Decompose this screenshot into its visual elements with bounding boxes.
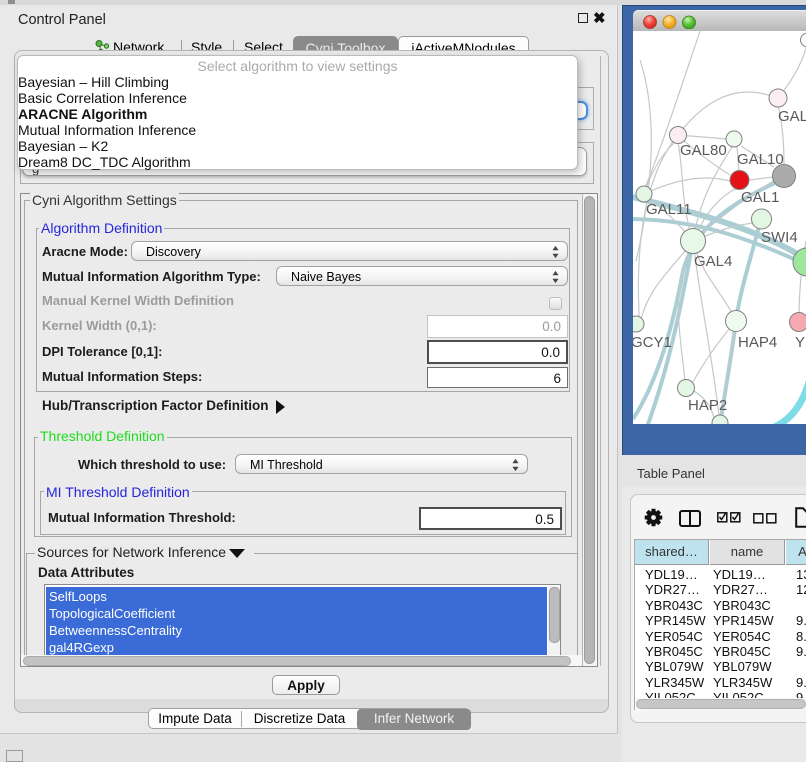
svg-text:GAL10: GAL10 xyxy=(737,151,784,168)
svg-text:HAP2: HAP2 xyxy=(688,397,727,414)
svg-text:GAL4: GAL4 xyxy=(694,253,732,270)
svg-text:SWI4: SWI4 xyxy=(761,229,798,246)
svg-text:GAL2: GAL2 xyxy=(778,108,806,125)
svg-text:GAL11: GAL11 xyxy=(646,201,692,218)
svg-text:GAL80: GAL80 xyxy=(680,142,727,159)
svg-text:HAP4: HAP4 xyxy=(738,334,777,351)
svg-text:GCY1: GCY1 xyxy=(633,334,672,351)
svg-text:GAL1: GAL1 xyxy=(741,189,779,206)
svg-text:Y: Y xyxy=(795,334,805,351)
